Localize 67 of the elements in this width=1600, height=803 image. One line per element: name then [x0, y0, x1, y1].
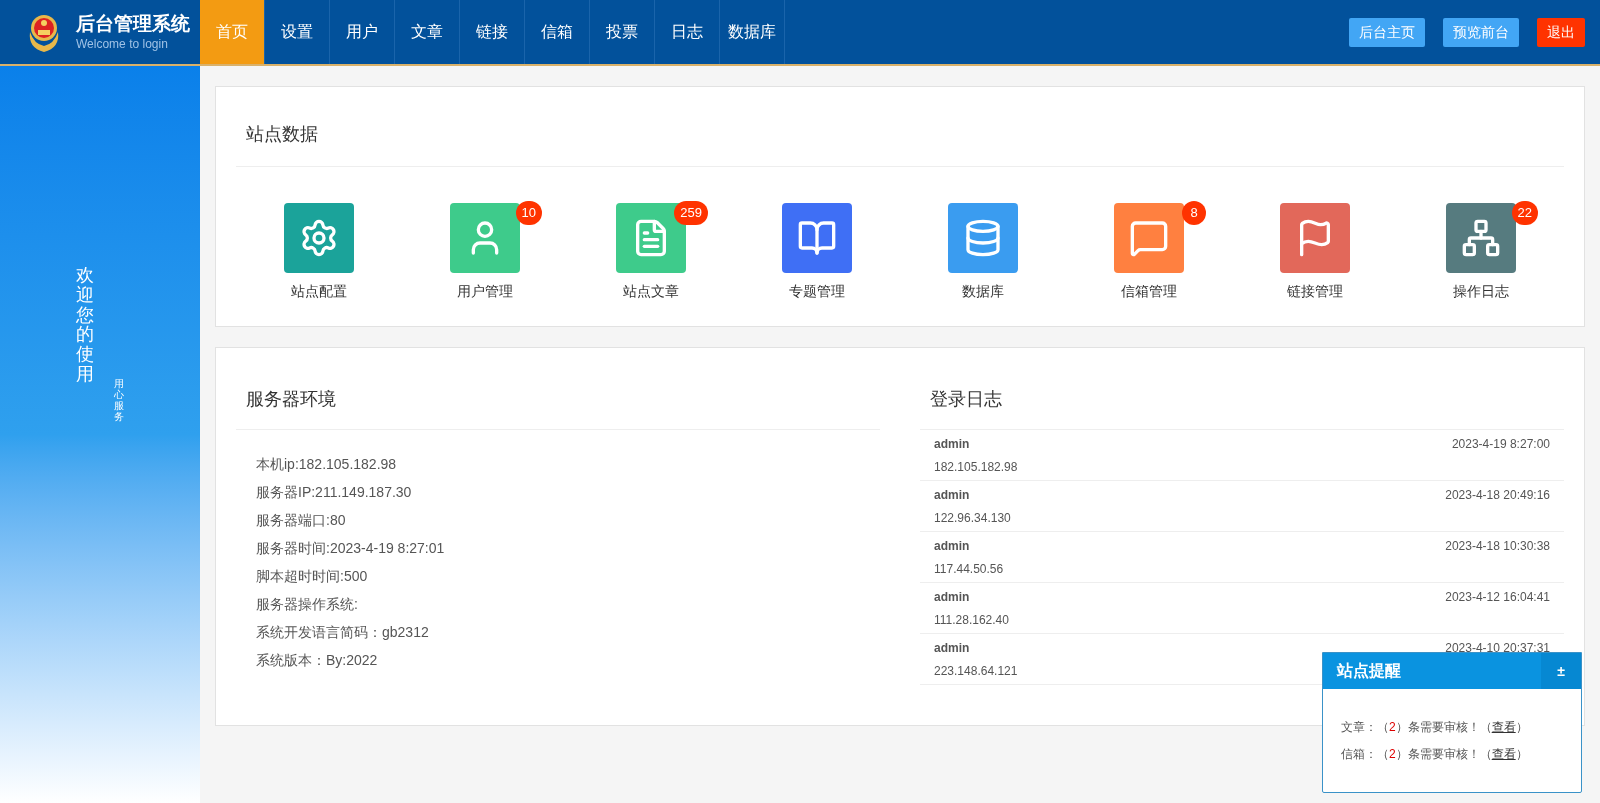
view-link[interactable]: 查看	[1491, 747, 1516, 761]
toggle-button[interactable]: ±	[1541, 653, 1581, 689]
motto-text: 用心服务	[114, 378, 124, 424]
shortcut-label: 用户管理	[457, 282, 513, 301]
shortcut-tile[interactable]	[1446, 203, 1516, 273]
shortcut-tile[interactable]	[284, 203, 354, 273]
log-user: admin	[934, 538, 970, 555]
shortcut-label: 站点配置	[291, 282, 347, 301]
log-ip: 223.148.64.121	[934, 663, 1018, 680]
nav-tab[interactable]: 日志	[655, 0, 720, 64]
hierarchy-icon	[1461, 218, 1501, 258]
count-badge: 8	[1182, 201, 1206, 225]
server-info-text: 服务器时间:2023-4-19 8:27:01	[256, 539, 446, 558]
log-ip: 117.44.50.56	[934, 561, 1004, 578]
card-title: 服务器环境	[236, 348, 880, 430]
shortcut-label: 信箱管理	[1121, 282, 1177, 301]
nav-tab[interactable]: 链接	[460, 0, 525, 64]
database-icon	[963, 218, 1003, 258]
log-ip: 111.28.162.40	[934, 612, 1009, 629]
server-info-text: 服务器IP:211.149.187.30	[256, 483, 413, 502]
count-badge: 22	[1511, 201, 1538, 225]
log-time: 2023-4-18 10:30:38	[1445, 538, 1550, 555]
server-info-text: 服务器操作系统:	[256, 595, 359, 614]
log-ip: 122.96.34.130	[934, 510, 1011, 527]
shortcut-label: 站点文章	[623, 282, 679, 301]
shortcut-tile[interactable]	[1280, 203, 1350, 273]
shortcut-tile[interactable]	[1114, 203, 1184, 273]
nav-tab[interactable]: 设置	[265, 0, 330, 64]
shortcut-label: 链接管理	[1287, 282, 1343, 301]
server-info-text: 系统开发语言简码：gb2312	[256, 623, 430, 642]
log-user: admin	[934, 487, 970, 504]
header-button[interactable]: 退出	[1537, 17, 1585, 47]
reminder-text: 信箱：（2）条需要审核！（查看）	[1341, 746, 1529, 762]
app-title: 后台管理系统	[76, 12, 190, 36]
log-user: admin	[934, 640, 970, 657]
server-info-text: 本机ip:182.105.182.98	[256, 455, 398, 474]
chat-icon	[1129, 218, 1169, 258]
log-time: 2023-4-19 8:27:00	[1451, 436, 1550, 453]
log-time: 2023-4-18 20:49:16	[1445, 487, 1550, 504]
gear-icon	[299, 218, 339, 258]
nav-tab[interactable]: 投票	[590, 0, 655, 64]
shortcut-label: 数据库	[962, 282, 1004, 301]
shortcut-tile[interactable]	[948, 203, 1018, 273]
nav-tab[interactable]: 文章	[395, 0, 460, 64]
card-title: 登录日志	[929, 388, 1003, 411]
log-user: admin	[934, 436, 970, 453]
reminder-text: 文章：（2）条需要审核！（查看）	[1341, 719, 1529, 735]
log-ip: 182.105.182.98	[934, 459, 1018, 476]
welcome-text: 欢迎您的使用	[76, 266, 94, 386]
server-info-text: 脚本超时时间:500	[256, 567, 369, 586]
server-info-text: 服务器端口:80	[256, 511, 347, 530]
shortcut-tile[interactable]	[782, 203, 852, 273]
nav-tab[interactable]: 信箱	[525, 0, 590, 64]
nav-tab[interactable]: 用户	[330, 0, 395, 64]
log-time: 2023-4-12 16:04:41	[1445, 589, 1550, 606]
app-subtitle: Welcome to login	[76, 36, 169, 52]
count-badge: 259	[674, 201, 708, 225]
shortcut-tile[interactable]	[450, 203, 520, 273]
view-link[interactable]: 查看	[1491, 720, 1516, 734]
server-info-text: 系统版本：By:2022	[256, 651, 379, 670]
card-title: 站点数据	[236, 87, 1564, 167]
log-user: admin	[934, 589, 970, 606]
popup-title: 站点提醒	[1335, 661, 1401, 681]
nav-tab[interactable]: 数据库	[720, 0, 785, 64]
count-badge: 10	[515, 201, 542, 225]
shortcut-label: 专题管理	[789, 282, 845, 301]
shortcut-label: 操作日志	[1453, 282, 1509, 301]
